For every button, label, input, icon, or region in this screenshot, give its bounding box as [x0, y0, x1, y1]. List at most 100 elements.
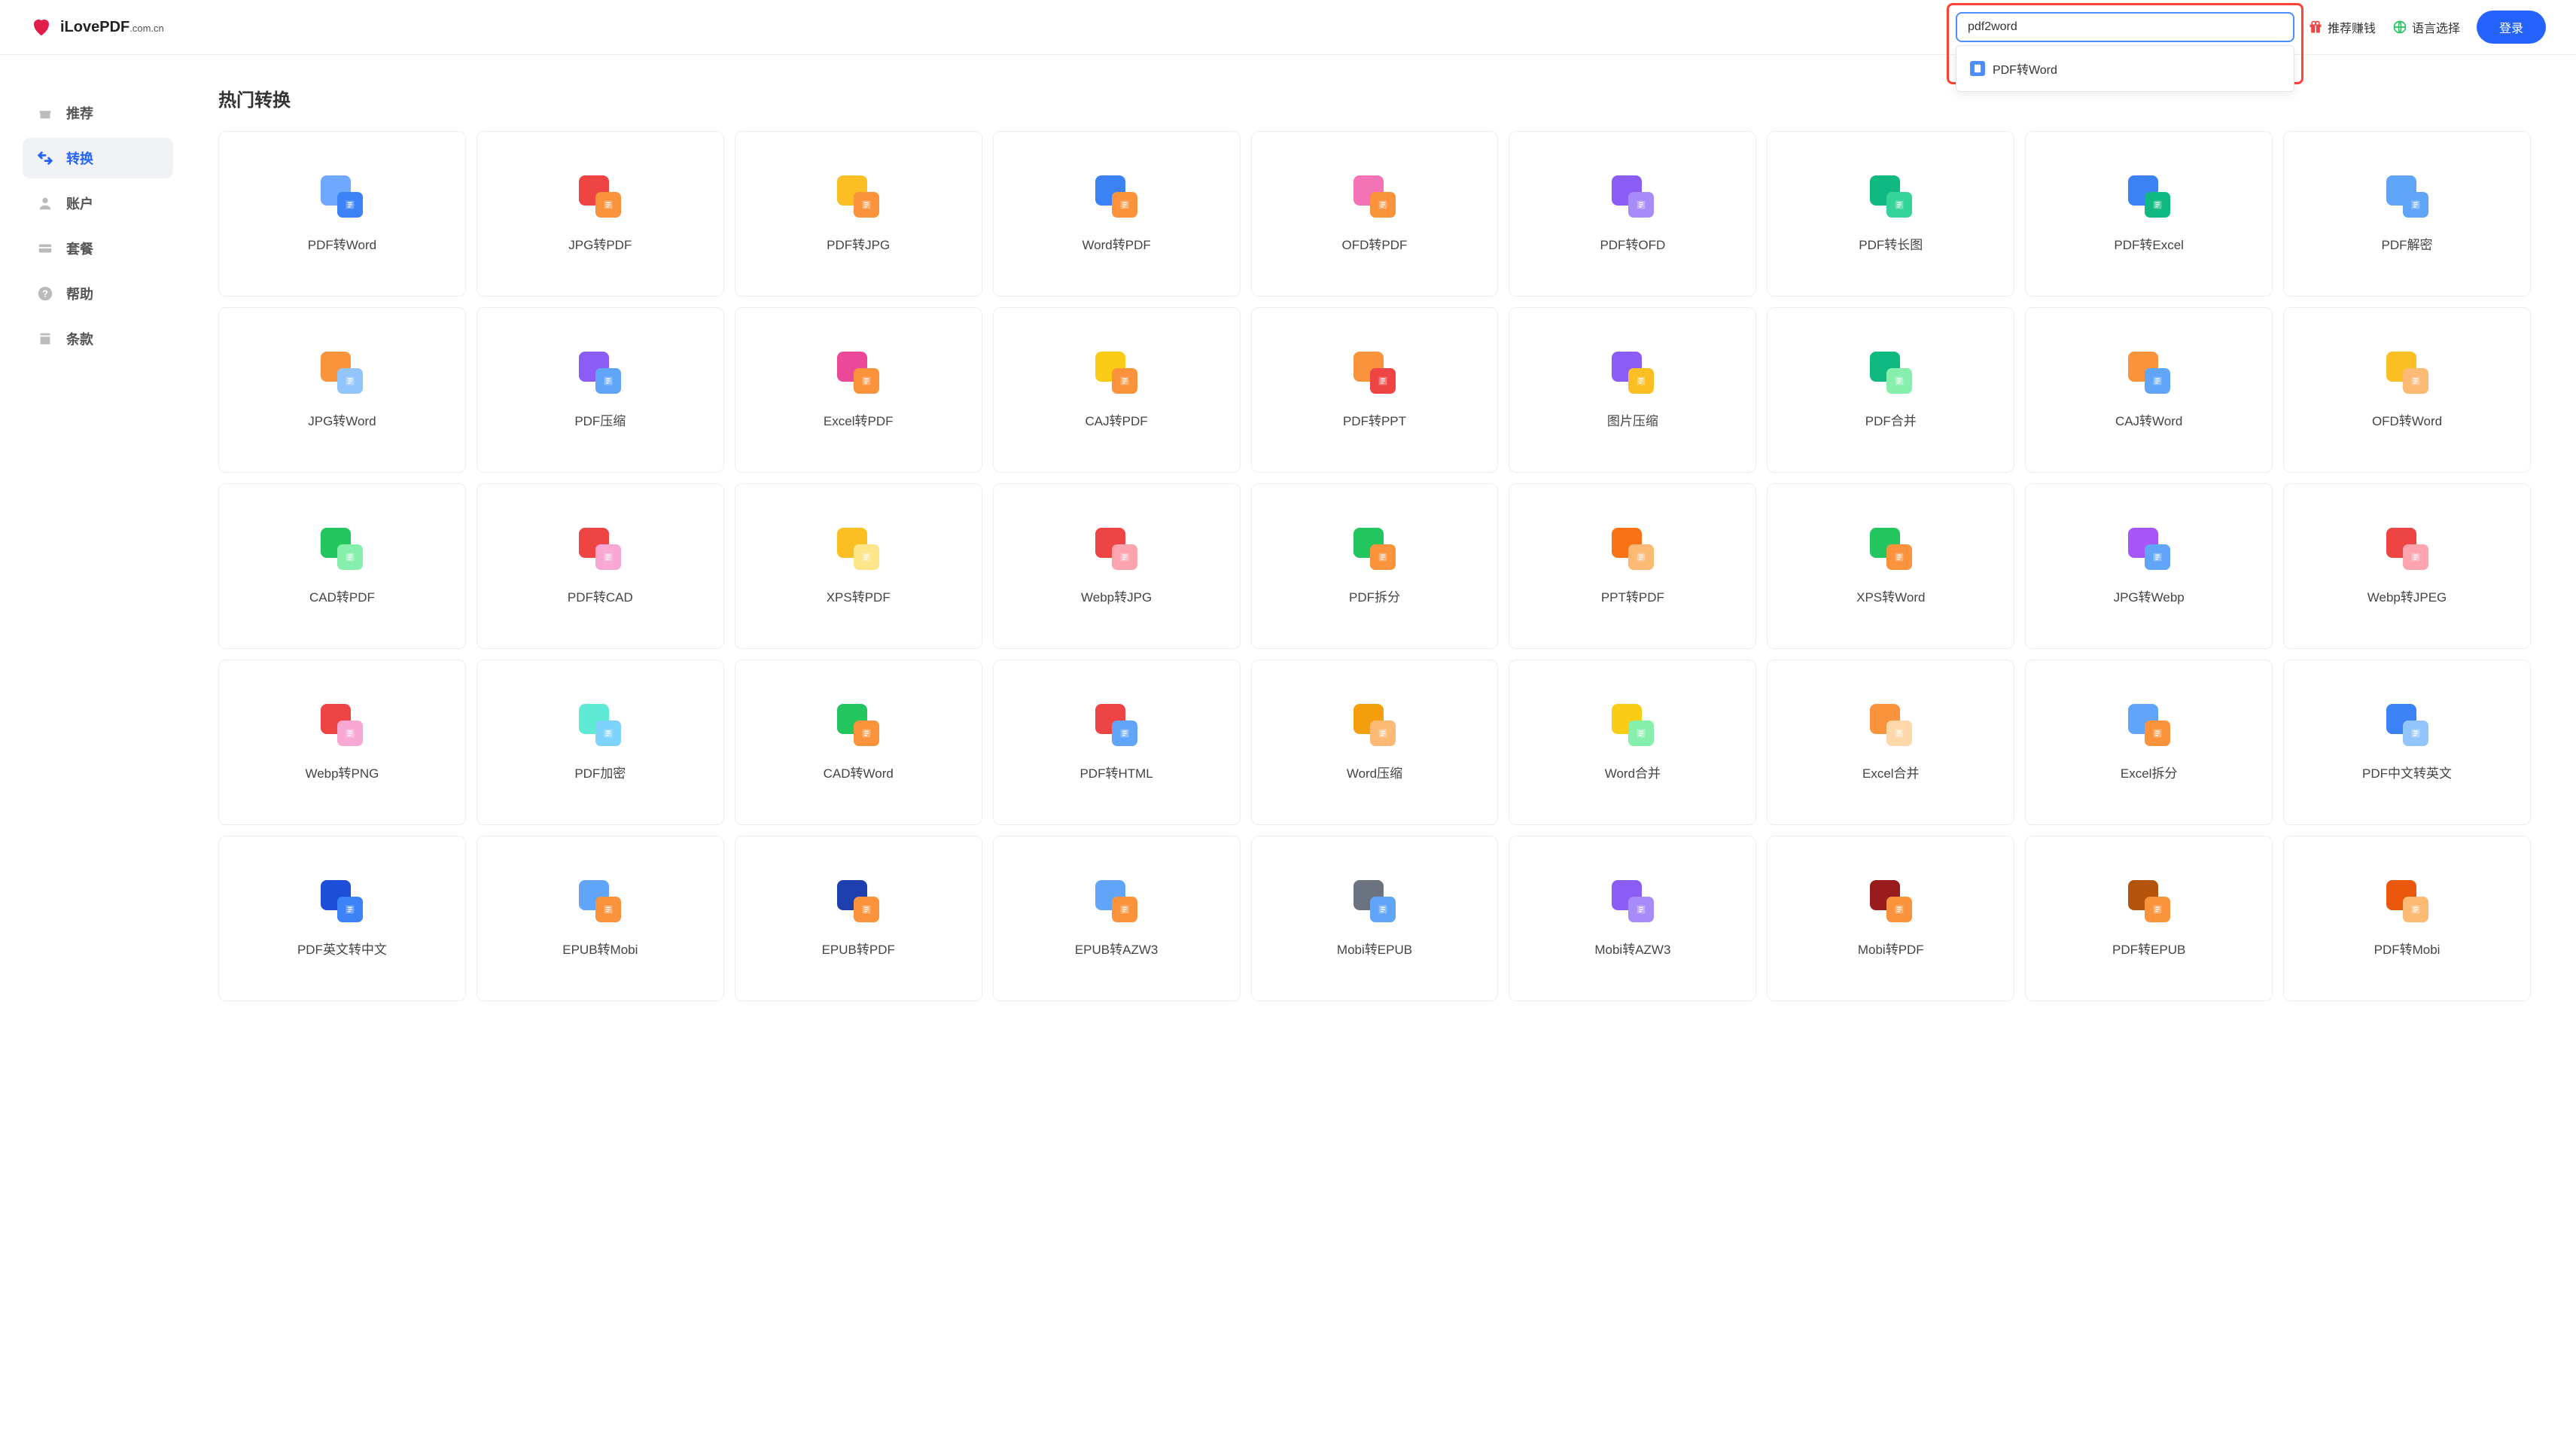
- sidebar-item-recommend[interactable]: 推荐: [23, 93, 173, 133]
- tool-label: 图片压缩: [1607, 410, 1658, 429]
- tool-icon: [1353, 175, 1396, 218]
- tool-icon: [321, 704, 363, 746]
- tool-card[interactable]: OFD转PDF: [1251, 131, 1499, 297]
- search-suggestion-item[interactable]: PDF转Word: [1956, 52, 2294, 85]
- tool-card[interactable]: Word压缩: [1251, 660, 1499, 825]
- tool-icon: [2128, 880, 2170, 922]
- sidebar-item-label: 推荐: [66, 103, 93, 123]
- tool-label: CAD转Word: [824, 763, 894, 781]
- tool-card[interactable]: Mobi转EPUB: [1251, 836, 1499, 1001]
- tool-icon: [2128, 704, 2170, 746]
- tool-card[interactable]: PDF转Mobi: [2283, 836, 2531, 1001]
- tool-card[interactable]: EPUB转AZW3: [993, 836, 1241, 1001]
- tool-label: EPUB转PDF: [822, 939, 895, 958]
- sidebar-item-label: 帮助: [66, 284, 93, 303]
- tool-card[interactable]: XPS转Word: [1767, 483, 2014, 649]
- tool-label: PDF转EPUB: [2112, 939, 2185, 958]
- tool-icon: [579, 880, 621, 922]
- tool-icon: [1095, 704, 1137, 746]
- tool-card[interactable]: PDF转Excel: [2025, 131, 2273, 297]
- tool-card[interactable]: PDF压缩: [477, 307, 724, 473]
- tool-label: JPG转PDF: [568, 234, 632, 253]
- tool-label: XPS转Word: [1856, 586, 1925, 605]
- tool-card[interactable]: Mobi转PDF: [1767, 836, 2014, 1001]
- tool-icon: [1353, 704, 1396, 746]
- sidebar-item-label: 套餐: [66, 239, 93, 258]
- tool-icon: [1870, 528, 1912, 570]
- tool-icon: [1353, 528, 1396, 570]
- tool-label: Word合并: [1605, 763, 1661, 781]
- sidebar-item-convert[interactable]: 转换: [23, 138, 173, 178]
- tool-label: Word转PDF: [1082, 234, 1150, 253]
- tool-label: PDF转PPT: [1343, 410, 1406, 429]
- tool-icon: [1612, 352, 1654, 394]
- tool-card[interactable]: Excel转PDF: [735, 307, 982, 473]
- gift-icon: [36, 104, 54, 122]
- tool-card[interactable]: Excel拆分: [2025, 660, 2273, 825]
- tool-card[interactable]: PDF解密: [2283, 131, 2531, 297]
- tool-card[interactable]: PDF拆分: [1251, 483, 1499, 649]
- tool-card[interactable]: OFD转Word: [2283, 307, 2531, 473]
- tool-label: CAJ转PDF: [1086, 410, 1148, 429]
- tool-card[interactable]: PDF转JPG: [735, 131, 982, 297]
- tool-card[interactable]: PDF转EPUB: [2025, 836, 2273, 1001]
- sidebar: 推荐转换账户套餐 ?帮助条款: [0, 55, 196, 1031]
- sidebar-item-help[interactable]: ?帮助: [23, 273, 173, 314]
- tool-card[interactable]: Webp转JPEG: [2283, 483, 2531, 649]
- tool-card[interactable]: PDF转PPT: [1251, 307, 1499, 473]
- search-area: PDF转Word: [1956, 12, 2294, 42]
- tool-card[interactable]: PDF合并: [1767, 307, 2014, 473]
- tool-card[interactable]: JPG转PDF: [477, 131, 724, 297]
- language-select-label: 语言选择: [2412, 18, 2460, 36]
- tool-card[interactable]: PDF转OFD: [1509, 131, 1756, 297]
- card-icon: [36, 239, 54, 257]
- tool-card[interactable]: EPUB转PDF: [735, 836, 982, 1001]
- tool-icon: [1612, 528, 1654, 570]
- logo-text: iLovePDF.com.cn: [60, 19, 164, 36]
- sidebar-item-plan[interactable]: 套餐: [23, 228, 173, 269]
- tool-card[interactable]: PDF转长图: [1767, 131, 2014, 297]
- tool-card[interactable]: Word转PDF: [993, 131, 1241, 297]
- tool-icon: [1870, 704, 1912, 746]
- tool-card[interactable]: Word合并: [1509, 660, 1756, 825]
- search-input[interactable]: [1956, 12, 2294, 42]
- tool-card[interactable]: Excel合并: [1767, 660, 2014, 825]
- tool-card[interactable]: CAJ转PDF: [993, 307, 1241, 473]
- tool-card[interactable]: CAJ转Word: [2025, 307, 2273, 473]
- tool-card[interactable]: CAD转PDF: [218, 483, 466, 649]
- tool-card[interactable]: PDF中文转英文: [2283, 660, 2531, 825]
- recommend-earn-link[interactable]: 推荐赚钱: [2308, 18, 2376, 36]
- sidebar-item-account[interactable]: 账户: [23, 183, 173, 224]
- gift-icon: [2308, 20, 2323, 35]
- tool-label: JPG转Webp: [2114, 586, 2185, 605]
- tool-card[interactable]: Mobi转AZW3: [1509, 836, 1756, 1001]
- tool-card[interactable]: PDF英文转中文: [218, 836, 466, 1001]
- tool-label: PPT转PDF: [1601, 586, 1664, 605]
- tool-card[interactable]: PDF转CAD: [477, 483, 724, 649]
- tool-card[interactable]: JPG转Word: [218, 307, 466, 473]
- tool-icon: [579, 704, 621, 746]
- tool-card[interactable]: Webp转PNG: [218, 660, 466, 825]
- tool-card[interactable]: Webp转JPG: [993, 483, 1241, 649]
- tool-card[interactable]: PDF转HTML: [993, 660, 1241, 825]
- tool-label: Excel转PDF: [824, 410, 894, 429]
- logo[interactable]: iLovePDF.com.cn: [30, 16, 164, 38]
- language-select-link[interactable]: 语言选择: [2392, 18, 2460, 36]
- tools-grid: PDF转WordJPG转PDFPDF转JPGWord转PDFOFD转PDFPDF…: [218, 131, 2531, 1001]
- tool-card[interactable]: 图片压缩: [1509, 307, 1756, 473]
- tool-card[interactable]: XPS转PDF: [735, 483, 982, 649]
- tool-card[interactable]: JPG转Webp: [2025, 483, 2273, 649]
- tool-icon: [1353, 880, 1396, 922]
- heart-icon: [30, 16, 53, 38]
- tool-card[interactable]: EPUB转Mobi: [477, 836, 724, 1001]
- tool-card[interactable]: PDF加密: [477, 660, 724, 825]
- login-button[interactable]: 登录: [2477, 11, 2546, 44]
- tool-label: PDF转Mobi: [2374, 939, 2441, 958]
- tool-label: Word压缩: [1347, 763, 1402, 781]
- tool-card[interactable]: PDF转Word: [218, 131, 466, 297]
- tool-label: PDF转长图: [1859, 234, 1923, 253]
- tool-card[interactable]: CAD转Word: [735, 660, 982, 825]
- tool-card[interactable]: PPT转PDF: [1509, 483, 1756, 649]
- sidebar-item-terms[interactable]: 条款: [23, 318, 173, 359]
- tool-label: Excel合并: [1862, 763, 1920, 781]
